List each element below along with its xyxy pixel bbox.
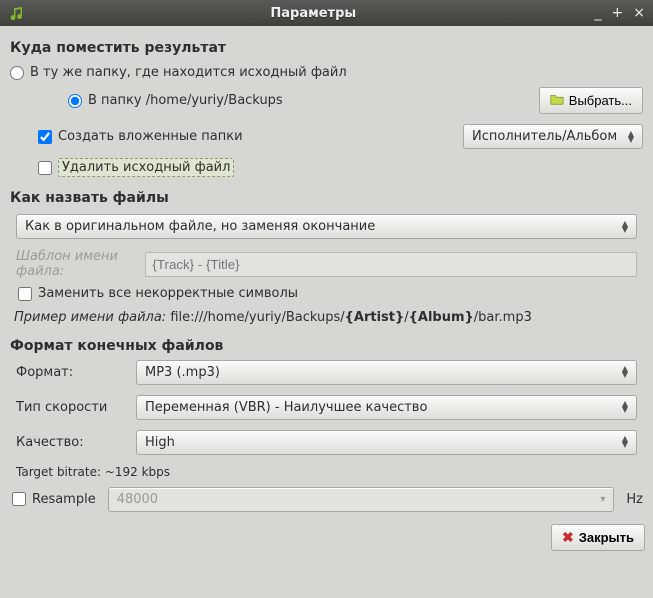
- titlebar: Параметры _ + ×: [0, 0, 653, 26]
- close-window-button[interactable]: ×: [633, 6, 645, 20]
- radio-custom-folder-input[interactable]: [68, 94, 82, 108]
- rate-type-value: Переменная (VBR) - Наилучшее качество: [145, 400, 427, 415]
- subfolder-pattern-value: Исполнитель/Альбом: [472, 129, 617, 144]
- chevron-updown-icon: ▲▼: [622, 366, 628, 378]
- checkbox-delete-original-label: Удалить исходный файл: [58, 158, 234, 177]
- resample-rate-value: 48000: [117, 492, 158, 507]
- radio-custom-folder[interactable]: В папку /home/yuriy/Backups: [68, 90, 283, 111]
- dialog-content: Куда поместить результат В ту же папку, …: [0, 26, 653, 520]
- radio-custom-folder-label: В папку /home/yuriy/Backups: [88, 93, 283, 108]
- dialog-footer: ✖ Закрыть: [0, 520, 653, 559]
- filename-template-input: [145, 252, 637, 277]
- format-select[interactable]: MP3 (.mp3) ▲▼: [136, 360, 637, 385]
- format-label: Формат:: [16, 365, 126, 380]
- close-icon: ✖: [562, 529, 574, 546]
- minimize-button[interactable]: _: [595, 6, 602, 20]
- hz-label: Hz: [626, 492, 643, 507]
- checkbox-create-subfolders[interactable]: Создать вложенные папки: [38, 126, 243, 147]
- window-buttons: _ + ×: [595, 6, 645, 20]
- subfolder-pattern-select[interactable]: Исполнитель/Альбом ▲▼: [463, 124, 643, 149]
- resample-rate-select: 48000 ▾: [108, 487, 615, 512]
- checkbox-delete-original[interactable]: Удалить исходный файл: [10, 155, 643, 180]
- quality-label: Качество:: [16, 435, 126, 450]
- maximize-button[interactable]: +: [612, 6, 624, 20]
- naming-mode-value: Как в оригинальном файле, но заменяя око…: [25, 219, 375, 234]
- checkbox-resample-label: Resample: [32, 492, 96, 507]
- filename-template-label: Шаблон имени файла:: [16, 249, 137, 279]
- target-bitrate-text: Target bitrate: ~192 kbps: [16, 465, 643, 479]
- section-where-title: Куда поместить результат: [10, 40, 643, 56]
- checkbox-create-subfolders-input[interactable]: [38, 130, 52, 144]
- folder-icon: [550, 92, 564, 109]
- window-title: Параметры: [32, 6, 595, 21]
- checkbox-resample-input[interactable]: [12, 492, 26, 506]
- quality-select[interactable]: High ▲▼: [136, 430, 637, 455]
- checkbox-delete-original-input[interactable]: [38, 161, 52, 175]
- checkbox-replace-bad-chars[interactable]: Заменить все некорректные символы: [10, 283, 643, 304]
- chevron-updown-icon: ▲▼: [622, 221, 628, 233]
- rate-type-label: Тип скорости: [16, 400, 126, 415]
- checkbox-replace-bad-chars-label: Заменить все некорректные символы: [38, 286, 298, 301]
- chevron-down-icon: ▾: [600, 494, 605, 505]
- chevron-updown-icon: ▲▼: [622, 436, 628, 448]
- section-naming-title: Как назвать файлы: [10, 190, 643, 206]
- section-format-title: Формат конечных файлов: [10, 338, 643, 354]
- chevron-updown-icon: ▲▼: [628, 131, 634, 143]
- radio-same-folder-label: В ту же папку, где находится исходный фа…: [30, 65, 347, 80]
- format-value: MP3 (.mp3): [145, 365, 220, 380]
- naming-mode-select[interactable]: Как в оригинальном файле, но заменяя око…: [16, 214, 637, 239]
- checkbox-replace-bad-chars-input[interactable]: [18, 287, 32, 301]
- close-button-label: Закрыть: [579, 530, 634, 545]
- chevron-updown-icon: ▲▼: [622, 401, 628, 413]
- app-icon: [8, 5, 24, 21]
- filename-example: Пример имени файла: file:///home/yuriy/B…: [10, 308, 643, 328]
- radio-same-folder[interactable]: В ту же папку, где находится исходный фа…: [10, 62, 643, 83]
- radio-same-folder-input[interactable]: [10, 66, 24, 80]
- close-button[interactable]: ✖ Закрыть: [551, 524, 645, 551]
- choose-folder-button[interactable]: Выбрать...: [539, 87, 643, 114]
- checkbox-resample[interactable]: Resample: [12, 489, 96, 510]
- rate-type-select[interactable]: Переменная (VBR) - Наилучшее качество ▲▼: [136, 395, 637, 420]
- checkbox-create-subfolders-label: Создать вложенные папки: [58, 129, 243, 144]
- quality-value: High: [145, 435, 175, 450]
- choose-folder-label: Выбрать...: [569, 93, 632, 108]
